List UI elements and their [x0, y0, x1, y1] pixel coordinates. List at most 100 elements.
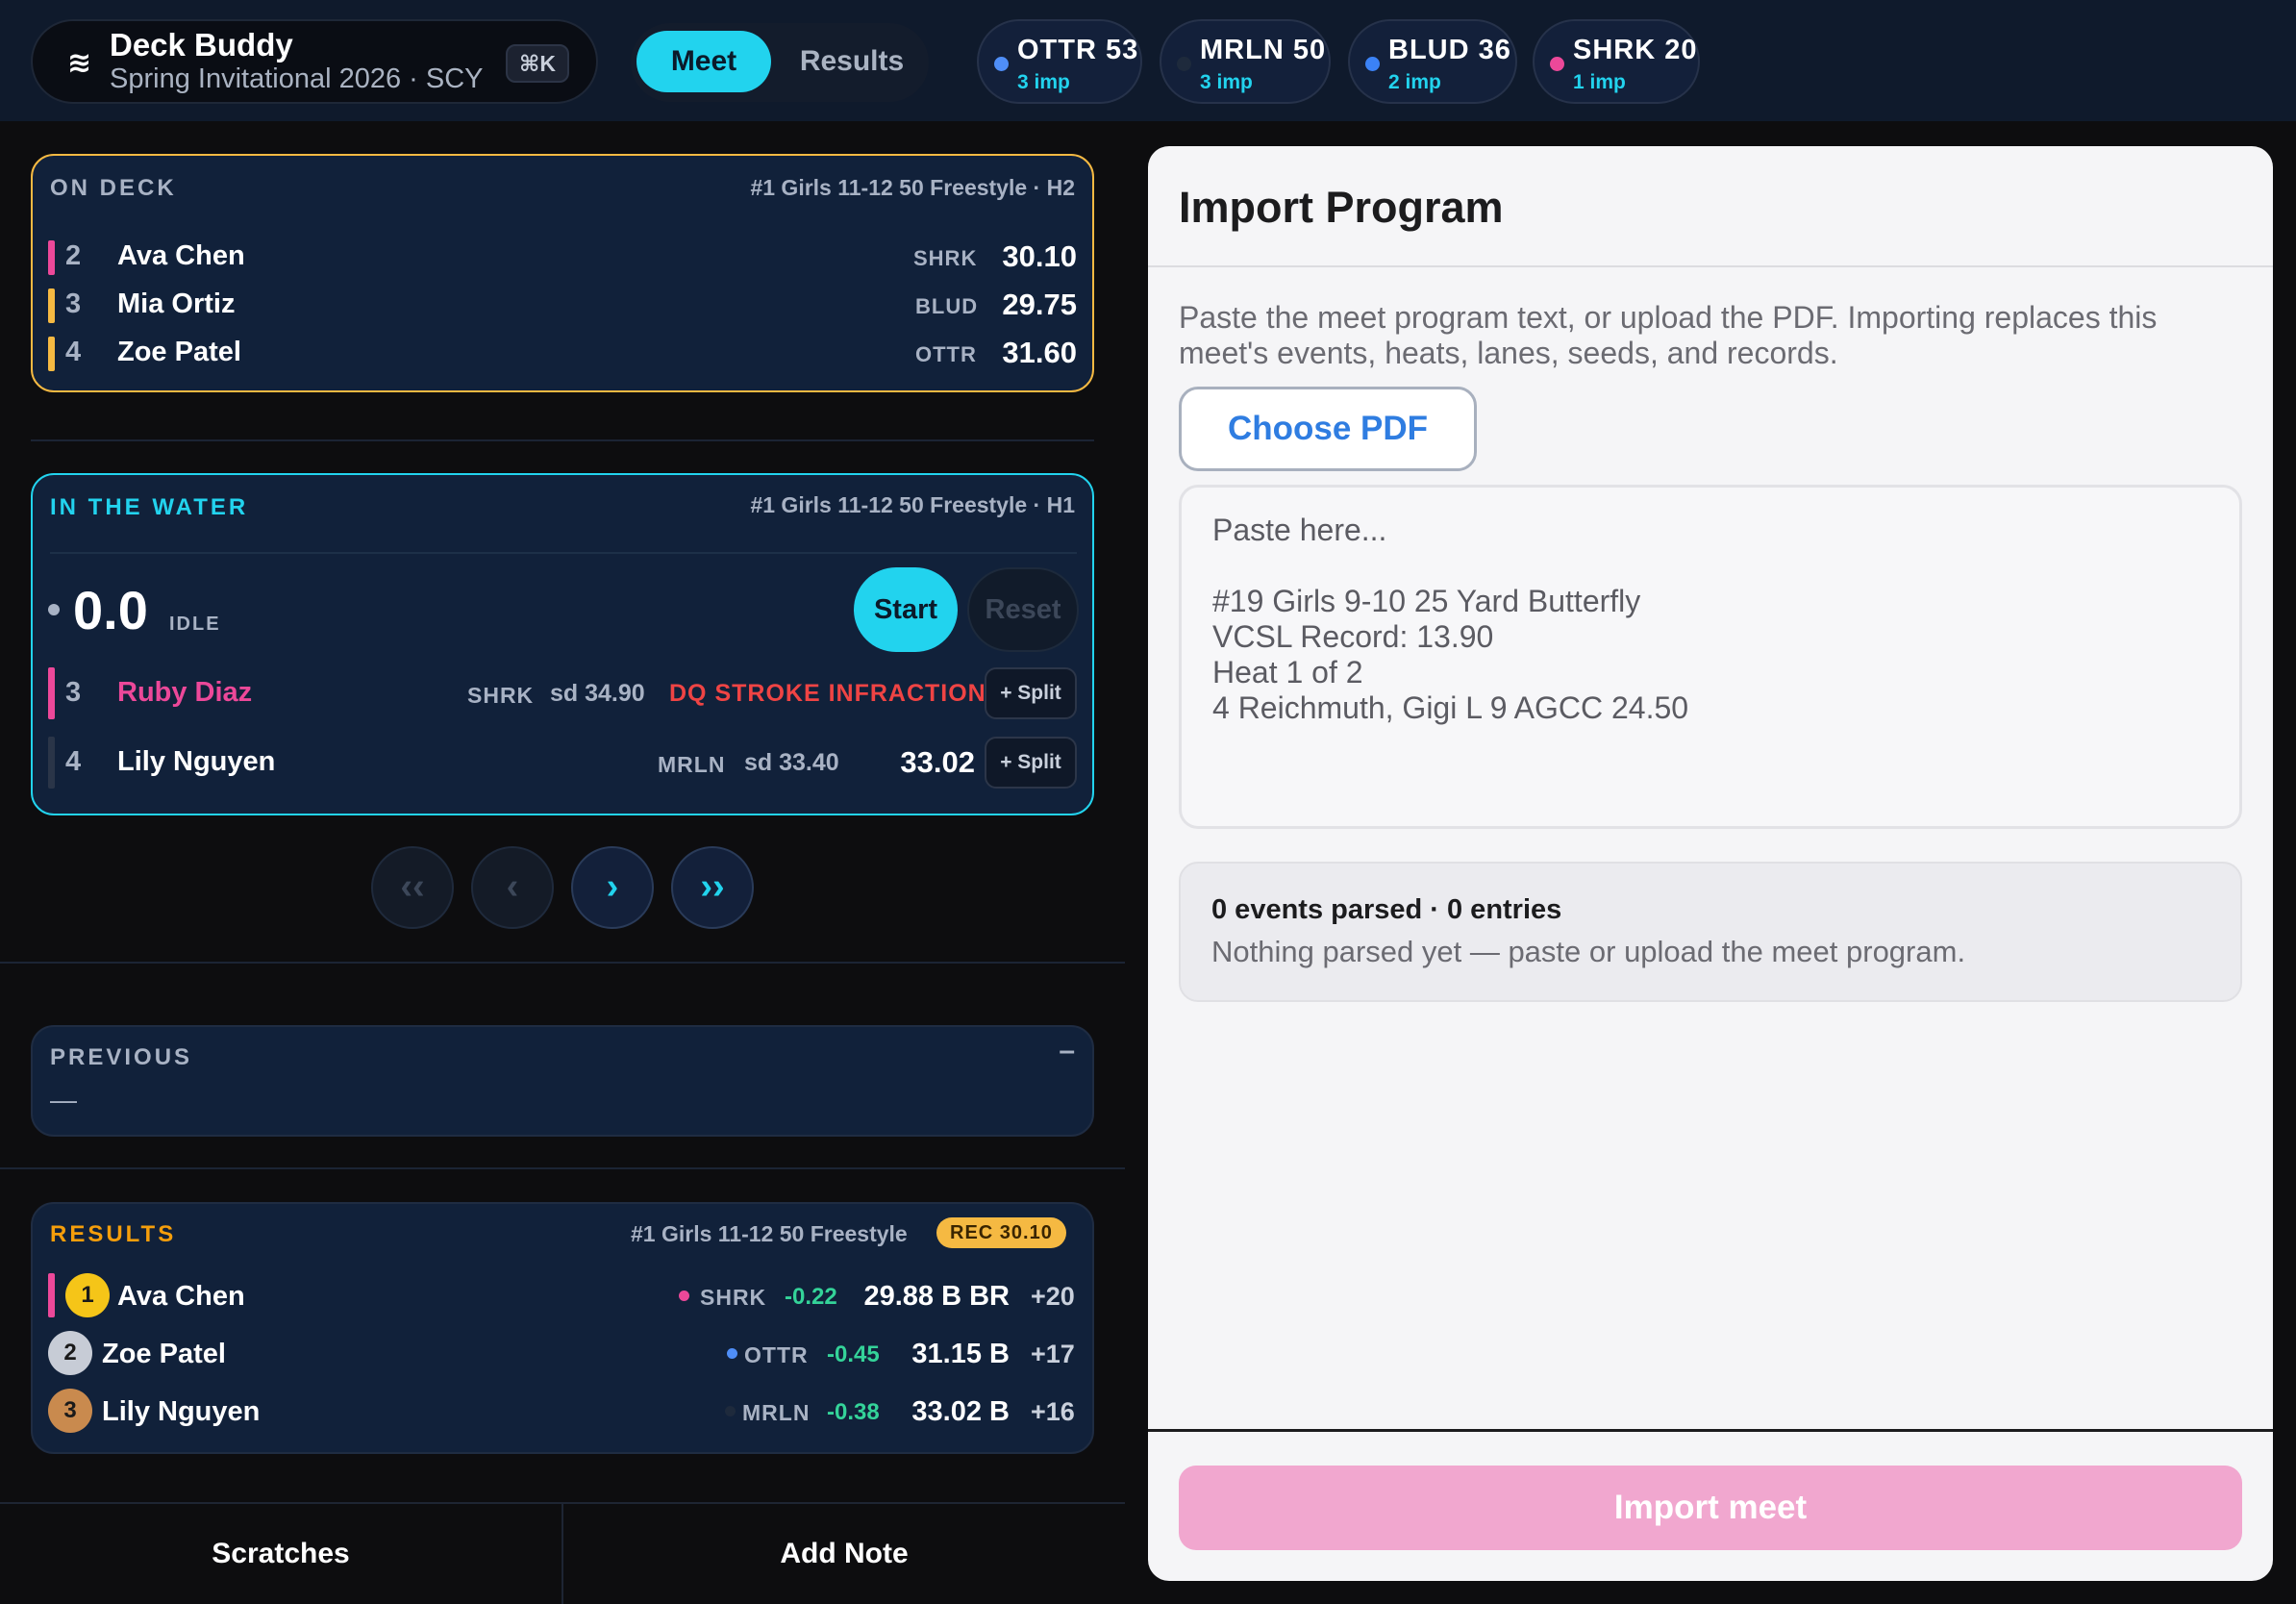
time-delta: -0.45 [827, 1341, 880, 1367]
seed-time: 29.75 [1002, 288, 1077, 321]
team-color-bar [48, 667, 55, 719]
divider [1148, 265, 2273, 267]
import-meet-button[interactable]: Import meet [1179, 1466, 2242, 1550]
team-improvements: 3 imp [1017, 71, 1070, 93]
swimmer-name: Ruby Diaz [117, 677, 253, 708]
time-delta: -0.38 [827, 1399, 880, 1425]
meet-switcher[interactable]: ≋ Deck Buddy Spring Invitational 2026 · … [31, 19, 598, 104]
program-text-input[interactable]: Paste here... #19 Girls 9-10 25 Yard But… [1179, 485, 2242, 829]
final-time: 33.02 B [911, 1396, 1010, 1427]
results-card: RESULTS #1 Girls 11-12 50 Freestyle REC … [31, 1202, 1094, 1454]
clock-state: IDLE [169, 614, 221, 635]
in-the-water-card: IN THE WATER #1 Girls 11-12 50 Freestyle… [31, 473, 1094, 815]
final-time: 33.02 [900, 745, 975, 779]
swimmer-name: Lily Nguyen [102, 1396, 261, 1427]
on-deck-card: ON DECK #1 Girls 11-12 50 Freestyle · H2… [31, 154, 1094, 392]
in-the-water-label: IN THE WATER [50, 494, 249, 520]
swimmer-name: Zoe Patel [102, 1339, 226, 1369]
divider [31, 439, 1094, 441]
add-split-button[interactable]: + Split [985, 667, 1077, 719]
team-color-bar [48, 240, 55, 275]
divider [1148, 1429, 2273, 1432]
team-code: BLUD [915, 294, 979, 318]
add-note-button[interactable]: Add Note [563, 1504, 1125, 1604]
team-improvements: 3 imp [1200, 71, 1253, 93]
lane-number: 4 [65, 337, 82, 367]
place-medal: 1 [65, 1273, 110, 1317]
seed-time: sd 33.40 [744, 749, 839, 776]
team-code: BLUD 36 [1388, 35, 1511, 65]
team-color-dot [1550, 57, 1564, 71]
import-program-panel: Import Program Paste the meet program te… [1148, 146, 2273, 1581]
team-code: SHRK [913, 246, 978, 270]
on-deck-label: ON DECK [50, 175, 177, 201]
in-the-water-event: #1 Girls 11-12 50 Freestyle · H1 [750, 492, 1075, 517]
choose-pdf-button[interactable]: Choose PDF [1179, 387, 1477, 471]
time-delta: -0.22 [785, 1284, 837, 1310]
record-badge: REC 30.10 [936, 1217, 1066, 1248]
divider [50, 552, 1077, 554]
start-button[interactable]: Start [854, 567, 958, 652]
seed-time: sd 34.90 [550, 680, 645, 707]
clock-status-dot [48, 604, 60, 615]
team-improvements: 2 imp [1388, 71, 1441, 93]
seed-time: 30.10 [1002, 239, 1077, 273]
divider [0, 1167, 1125, 1169]
first-heat-button[interactable]: ‹‹ [371, 846, 454, 929]
previous-label: PREVIOUS [50, 1044, 193, 1070]
final-time: 29.88 B BR [863, 1281, 1010, 1312]
on-deck-event: #1 Girls 11-12 50 Freestyle · H2 [750, 175, 1075, 200]
team-code: SHRK 20 [1573, 35, 1698, 65]
points: +16 [1031, 1397, 1075, 1426]
team-color-bar [48, 337, 55, 371]
bottom-action-bar: Scratches Add Note [0, 1502, 1125, 1604]
app-name: Deck Buddy [110, 27, 293, 63]
team-improvements: 1 imp [1573, 71, 1626, 93]
previous-heat-button[interactable]: ‹ [471, 846, 554, 929]
tab-results[interactable]: Results [786, 31, 917, 92]
view-toggle: Meet Results [631, 23, 929, 102]
add-split-button[interactable]: + Split [985, 737, 1077, 789]
dq-status: DQ STROKE INFRACTION [669, 680, 986, 707]
tab-meet[interactable]: Meet [636, 31, 771, 92]
parse-count: 0 events parsed · 0 entries [1211, 894, 1562, 925]
panel-title: Import Program [1179, 183, 1504, 232]
race-clock: 0.0 [73, 580, 148, 640]
team-score-mrln[interactable]: MRLN 50 3 imp [1160, 19, 1331, 104]
team-code: OTTR [915, 342, 977, 366]
team-code: MRLN [658, 752, 726, 777]
collapse-button[interactable]: – [1059, 1035, 1075, 1067]
next-heat-button[interactable]: › [571, 846, 654, 929]
team-color-dot [727, 1348, 737, 1359]
team-score-blud[interactable]: BLUD 36 2 imp [1348, 19, 1517, 104]
parse-summary: 0 events parsed · 0 entries Nothing pars… [1179, 862, 2242, 1002]
team-color-bar [48, 288, 55, 323]
previous-value: — [50, 1085, 77, 1115]
results-label: RESULTS [50, 1221, 177, 1247]
results-event: #1 Girls 11-12 50 Freestyle [631, 1221, 908, 1246]
swimmer-name: Lily Nguyen [117, 746, 276, 777]
parse-detail: Nothing parsed yet — paste or upload the… [1211, 935, 1966, 968]
lane-number: 2 [65, 240, 82, 271]
lane-number: 4 [65, 746, 82, 777]
team-color-bar [48, 737, 55, 789]
waves-icon: ≋ [67, 47, 92, 79]
place-medal: 2 [48, 1331, 92, 1375]
team-score-ottr[interactable]: OTTR 53 3 imp [977, 19, 1142, 104]
seed-time: 31.60 [1002, 336, 1077, 369]
swimmer-name: Mia Ortiz [117, 288, 236, 319]
divider [0, 962, 1125, 964]
scratches-button[interactable]: Scratches [0, 1504, 562, 1604]
team-color-dot [679, 1291, 689, 1301]
team-score-shrk[interactable]: SHRK 20 1 imp [1533, 19, 1700, 104]
team-code: OTTR [744, 1342, 809, 1367]
previous-card: PREVIOUS – — [31, 1025, 1094, 1137]
last-heat-button[interactable]: ›› [671, 846, 754, 929]
place-medal: 3 [48, 1389, 92, 1433]
meet-name: Spring Invitational 2026 · SCY [110, 63, 484, 94]
reset-button[interactable]: Reset [967, 567, 1079, 652]
swimmer-name: Ava Chen [117, 1281, 245, 1312]
swimmer-name: Ava Chen [117, 240, 245, 271]
final-time: 31.15 B [911, 1339, 1010, 1369]
team-code: SHRK [467, 683, 535, 708]
